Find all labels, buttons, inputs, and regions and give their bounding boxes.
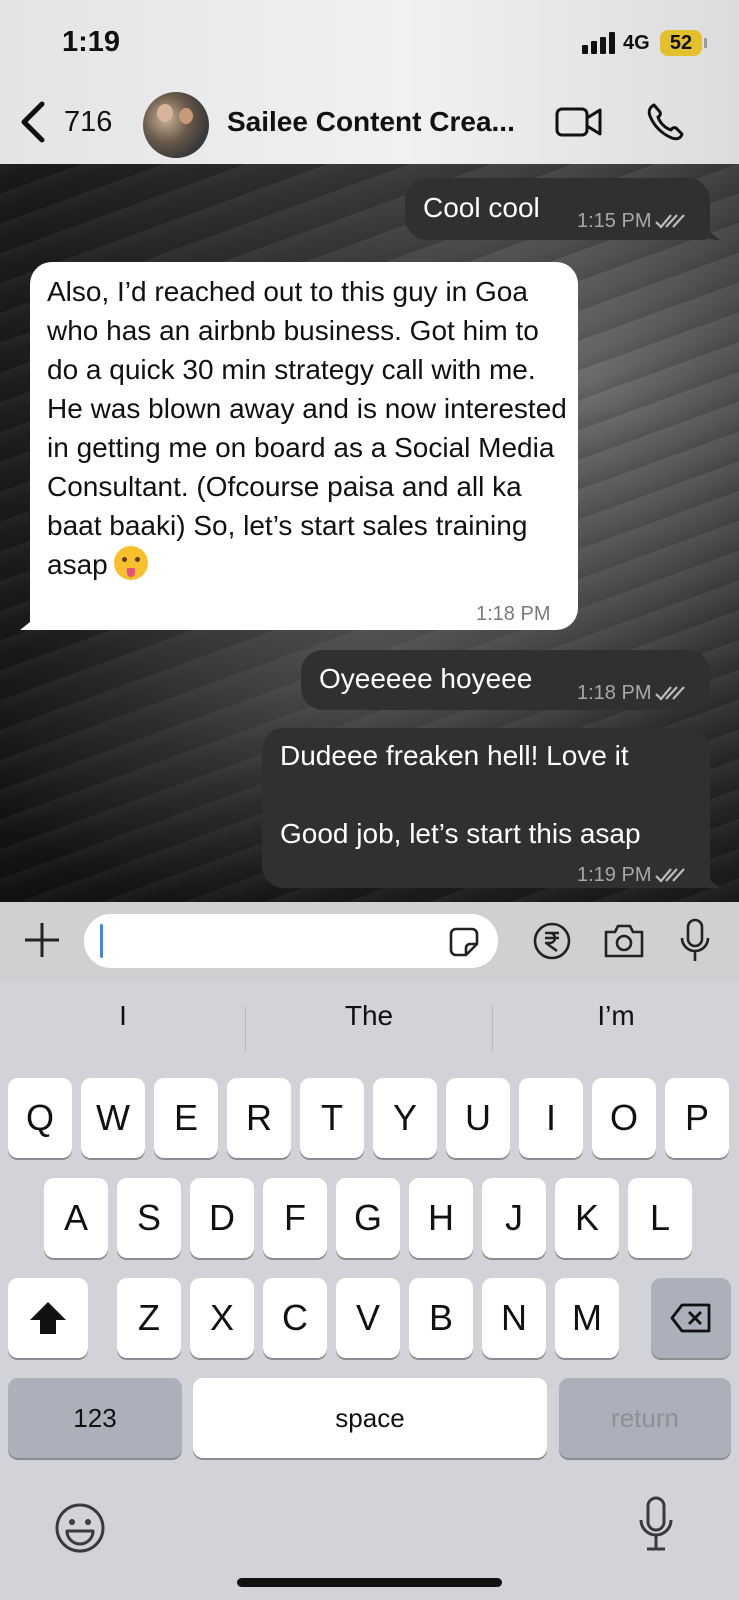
space-key[interactable]: space xyxy=(193,1378,547,1458)
chat-area[interactable]: Cool cool 1:15 PM Also, I’d reached out … xyxy=(0,164,739,902)
shift-icon xyxy=(30,1302,66,1334)
key-e[interactable]: E xyxy=(154,1078,218,1158)
unread-count[interactable]: 716 xyxy=(64,106,112,139)
key-x[interactable]: X xyxy=(190,1278,254,1358)
key-v[interactable]: V xyxy=(336,1278,400,1358)
key-c[interactable]: C xyxy=(263,1278,327,1358)
key-t[interactable]: T xyxy=(300,1078,364,1158)
prediction-2[interactable]: The xyxy=(246,982,492,1050)
read-ticks-icon xyxy=(655,686,686,701)
prediction-1[interactable]: I xyxy=(0,982,246,1050)
camera-icon[interactable] xyxy=(602,922,646,960)
rupee-payment-icon[interactable] xyxy=(532,921,572,961)
key-a[interactable]: A xyxy=(44,1178,108,1258)
home-indicator xyxy=(237,1578,502,1587)
key-z[interactable]: Z xyxy=(117,1278,181,1358)
message-meta: 1:18 PM xyxy=(577,674,686,713)
text-caret xyxy=(100,924,103,958)
numbers-key[interactable]: 123 xyxy=(8,1378,182,1458)
message-text: Oyeeeee hoyeee xyxy=(319,663,533,694)
prediction-3[interactable]: I’m xyxy=(493,982,739,1050)
backspace-key[interactable] xyxy=(651,1278,731,1358)
key-i[interactable]: I xyxy=(519,1078,583,1158)
keyboard: I The I’m Q W E R T Y U I O P A S D F G … xyxy=(0,982,739,1600)
key-p[interactable]: P xyxy=(665,1078,729,1158)
battery-icon: 52 xyxy=(660,30,707,56)
read-ticks-icon xyxy=(655,868,686,883)
message-text-wrap: Also, I’d reached out to this guy in Goa… xyxy=(47,272,567,584)
message-time: 1:19 PM xyxy=(577,864,652,886)
contact-name[interactable]: Sailee Content Crea... xyxy=(227,106,542,138)
key-s[interactable]: S xyxy=(117,1178,181,1258)
composer-bar xyxy=(0,902,739,982)
message-bubble[interactable]: Oyeeeee hoyeee 1:18 PM xyxy=(301,650,710,710)
back-chevron-icon[interactable] xyxy=(18,100,48,144)
signal-icon xyxy=(582,32,618,54)
message-bubble[interactable]: Cool cool 1:15 PM xyxy=(405,178,710,240)
backspace-icon xyxy=(670,1303,711,1333)
top-bar: 1:19 4G 52 716 Sailee Content Crea... xyxy=(0,0,739,164)
message-line: Dudeee freaken hell! Love it xyxy=(280,740,629,771)
status-time: 1:19 xyxy=(62,26,121,58)
shift-key[interactable] xyxy=(8,1278,88,1358)
message-time: 1:18 PM xyxy=(577,682,652,704)
message-bubble[interactable]: Also, I’d reached out to this guy in Goa… xyxy=(30,262,578,630)
network-type: 4G xyxy=(623,32,650,54)
face-with-tongue-icon xyxy=(113,546,148,580)
microphone-icon[interactable] xyxy=(678,918,712,964)
message-text: Cool cool xyxy=(423,192,540,223)
key-j[interactable]: J xyxy=(482,1178,546,1258)
message-meta: 1:19 PM xyxy=(577,856,686,895)
key-b[interactable]: B xyxy=(409,1278,473,1358)
key-g[interactable]: G xyxy=(336,1178,400,1258)
message-bubble[interactable]: Dudeee freaken hell! Love it Good job, l… xyxy=(262,728,710,888)
key-u[interactable]: U xyxy=(446,1078,510,1158)
sticker-icon[interactable] xyxy=(448,926,480,958)
key-q[interactable]: Q xyxy=(8,1078,72,1158)
key-l[interactable]: L xyxy=(628,1178,692,1258)
key-r[interactable]: R xyxy=(227,1078,291,1158)
phone-call-icon[interactable] xyxy=(646,102,684,142)
key-n[interactable]: N xyxy=(482,1278,546,1358)
key-w[interactable]: W xyxy=(81,1078,145,1158)
key-k[interactable]: K xyxy=(555,1178,619,1258)
emoji-keyboard-icon[interactable] xyxy=(54,1502,106,1554)
message-time: 1:18 PM xyxy=(476,603,551,625)
message-text-wrap: Dudeee freaken hell! Love it Good job, l… xyxy=(280,736,705,853)
message-line: Good job, let’s start this asap xyxy=(280,818,641,849)
message-time: 1:15 PM xyxy=(577,210,652,232)
key-f[interactable]: F xyxy=(263,1178,327,1258)
key-m[interactable]: M xyxy=(555,1278,619,1358)
plus-icon[interactable] xyxy=(22,920,62,960)
message-meta: 1:15 PM xyxy=(577,202,686,241)
key-d[interactable]: D xyxy=(190,1178,254,1258)
message-text: Also, I’d reached out to this guy in Goa… xyxy=(47,276,567,580)
key-o[interactable]: O xyxy=(592,1078,656,1158)
key-y[interactable]: Y xyxy=(373,1078,437,1158)
video-call-icon[interactable] xyxy=(555,106,603,138)
message-input[interactable] xyxy=(84,914,498,968)
key-h[interactable]: H xyxy=(409,1178,473,1258)
return-key[interactable]: return xyxy=(559,1378,731,1458)
dictation-microphone-icon[interactable] xyxy=(638,1496,674,1552)
contact-avatar[interactable] xyxy=(143,92,209,158)
read-ticks-icon xyxy=(655,214,686,229)
